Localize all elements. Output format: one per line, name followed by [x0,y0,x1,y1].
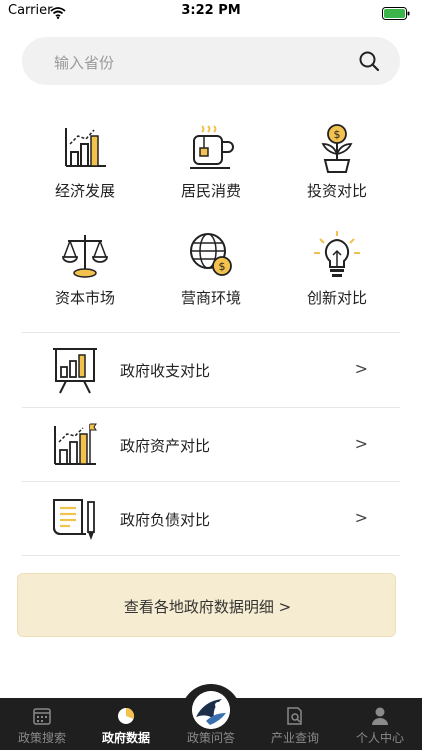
tab-label: 产业查询 [270,731,319,745]
category-label: 经济发展 [54,182,115,200]
chevron-right-icon: > [354,359,368,378]
globe-dollar-icon: $ [186,231,236,281]
doc-search-icon [285,706,305,726]
battery-icon [382,5,412,24]
banner-label: 查看各地政府数据明细 > [123,598,292,616]
svg-text:$: $ [334,128,341,141]
list-item-liabilities[interactable]: 政府负债对比 > [22,482,400,556]
category-innovation[interactable]: 创新对比 [267,231,407,321]
category-investment[interactable]: $ 投资对比 [267,124,407,214]
chevron-right-icon: > [354,508,368,527]
status-bar: Carrier 3:22 PM [0,0,422,24]
document-pencil-icon [50,494,100,544]
tab-profile[interactable]: 个人中心 [338,698,422,750]
coffee-cup-icon [186,124,236,174]
chevron-right-icon: > [354,434,368,453]
divider [22,555,400,556]
bar-growth-icon [60,124,110,174]
category-label: 资本市场 [54,289,115,307]
calendar-icon [32,706,52,726]
balance-scale-icon [60,231,110,281]
tab-label: 个人中心 [355,731,404,745]
list-item-assets[interactable]: 政府资产对比 > [22,408,400,482]
svg-text:$: $ [219,260,226,273]
tab-label: 政策搜索 [17,731,66,745]
search-icon[interactable] [358,50,380,76]
tab-label: 政策问答 [186,731,235,745]
clock: 3:22 PM [181,3,241,18]
list-label: 政府收支对比 [120,362,211,380]
money-plant-icon: $ [312,124,362,174]
category-label: 营商环境 [180,289,241,307]
logo-icon[interactable] [192,691,230,729]
category-label: 居民消费 [180,182,241,200]
light-bulb-icon [312,231,362,281]
category-capital-market[interactable]: 资本市场 [15,231,155,321]
tab-industry-query[interactable]: 产业查询 [253,698,337,750]
bar-flag-icon [50,420,100,470]
user-icon [370,706,390,726]
category-economic-development[interactable]: 经济发展 [15,124,155,214]
search-input[interactable]: 输入省份 [54,52,114,73]
pie-chart-icon [116,706,136,726]
province-search[interactable]: 输入省份 [22,37,400,85]
category-label: 投资对比 [306,182,367,200]
list-label: 政府负债对比 [120,511,211,529]
tab-government-data[interactable]: 政府数据 [84,698,168,750]
view-government-data-banner[interactable]: 查看各地政府数据明细 > [17,573,396,637]
list-label: 政府资产对比 [120,437,211,455]
tab-label: 政府数据 [101,731,150,745]
category-label: 创新对比 [306,289,367,307]
category-consumption[interactable]: 居民消费 [141,124,281,214]
tab-policy-search[interactable]: 政策搜索 [0,698,84,750]
category-business-environment[interactable]: $ 营商环境 [141,231,281,321]
list-item-revenue-expenditure[interactable]: 政府收支对比 > [22,333,400,407]
presentation-board-icon [50,345,100,395]
